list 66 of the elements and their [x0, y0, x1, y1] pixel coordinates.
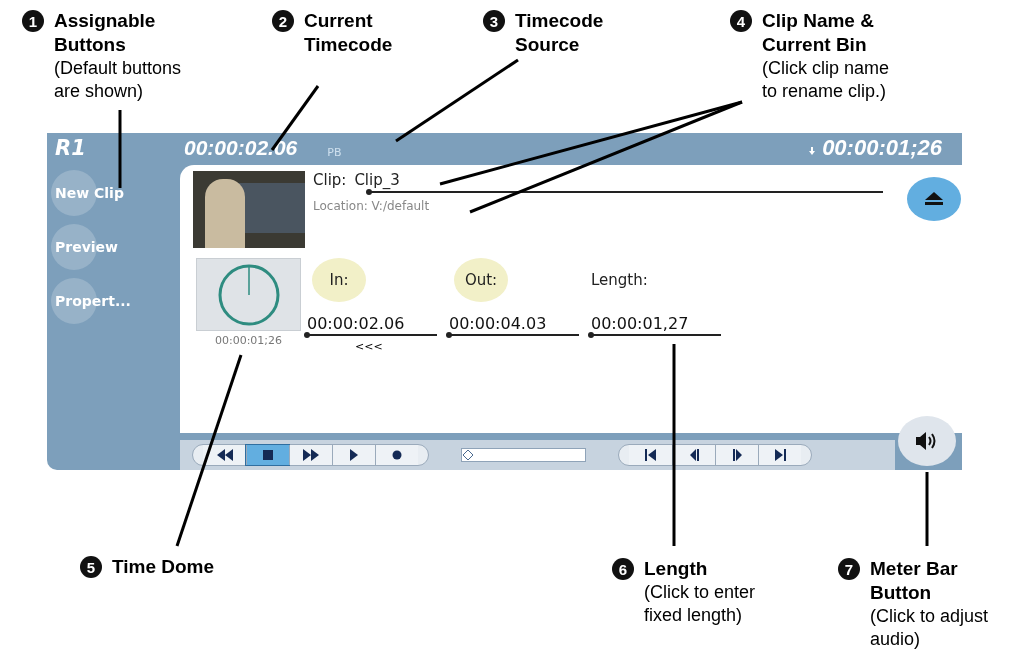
callout-note: (Click clip name	[762, 57, 890, 80]
number-badge: 3	[483, 10, 505, 32]
step-forward-button[interactable]	[715, 445, 758, 465]
step-forward-icon	[731, 448, 743, 462]
eject-icon	[925, 192, 943, 206]
duration-timecode: 00:00:01;26	[822, 135, 942, 161]
start-button[interactable]	[629, 445, 672, 465]
dome-reading: 00:00:01;26	[214, 334, 283, 347]
mark-label[interactable]: In:	[312, 258, 366, 302]
number-badge: 4	[730, 10, 752, 32]
timecode-field[interactable]: 00:00:01,27	[591, 314, 721, 336]
eject-button[interactable]	[907, 177, 961, 221]
fast-forward-icon	[302, 448, 320, 462]
callout-title: Current	[304, 9, 374, 33]
location-text: Location: V:/default	[313, 199, 431, 213]
start-icon	[644, 448, 657, 462]
number-badge: 7	[838, 558, 860, 580]
callout-title: Time Dome	[112, 555, 215, 579]
hint-text: <<<	[355, 340, 383, 353]
stop-button[interactable]	[246, 445, 289, 465]
step-back-icon	[688, 448, 700, 462]
play-button[interactable]	[332, 445, 375, 465]
timecode-source: PB	[327, 145, 342, 159]
end-button[interactable]	[758, 445, 801, 465]
current-timecode: 00:00:02.06	[184, 136, 298, 160]
record-button[interactable]	[375, 445, 418, 465]
callout-title: Current Bin	[762, 33, 868, 57]
shuttle-slider[interactable]	[461, 448, 586, 462]
dome-dial-icon	[216, 262, 281, 327]
stop-icon	[262, 449, 274, 461]
callout-note: to rename clip.)	[762, 80, 888, 103]
callout-note: fixed length)	[644, 604, 744, 627]
callout-title: Button	[870, 581, 933, 605]
callout-title: Buttons	[54, 33, 127, 57]
clip-label: Clip:	[313, 171, 347, 189]
callout-note: (Default buttons	[54, 57, 182, 80]
time-dome[interactable]	[196, 258, 301, 331]
callout-note: (Click to enter	[644, 581, 756, 604]
timecode-field[interactable]: 00:00:02.06	[307, 314, 437, 336]
timecode-field[interactable]: 00:00:04.03	[449, 314, 579, 336]
slider-thumb[interactable]	[462, 449, 474, 461]
rewind-icon	[215, 448, 234, 462]
end-icon	[773, 448, 787, 462]
number-badge: 1	[22, 10, 44, 32]
down-arrow-icon	[808, 147, 817, 155]
step-back-button[interactable]	[672, 445, 715, 465]
callout-note: (Click to adjust	[870, 605, 989, 628]
callout-title: Clip Name &	[762, 9, 875, 33]
clip-name-field[interactable]: Clip_3	[354, 171, 400, 189]
channel-label: R1	[54, 136, 87, 160]
callout-title: Meter Bar	[870, 557, 959, 581]
mark-label: Length:	[591, 270, 648, 291]
callout-title: Source	[515, 33, 581, 57]
callout-title: Timecode	[515, 9, 604, 33]
fast-forward-button[interactable]	[289, 445, 332, 465]
play-icon	[349, 448, 359, 462]
callout-note: audio)	[870, 628, 922, 651]
callout-title: Length	[644, 557, 709, 581]
callout-title: Timecode	[304, 33, 393, 57]
callout-note: are shown)	[54, 80, 145, 103]
number-badge: 5	[80, 556, 102, 578]
mark-label[interactable]: Out:	[454, 258, 508, 302]
dot-icon	[392, 450, 402, 460]
callout-title: Assignable	[54, 9, 157, 33]
number-badge: 6	[612, 558, 634, 580]
number-badge: 2	[272, 10, 294, 32]
